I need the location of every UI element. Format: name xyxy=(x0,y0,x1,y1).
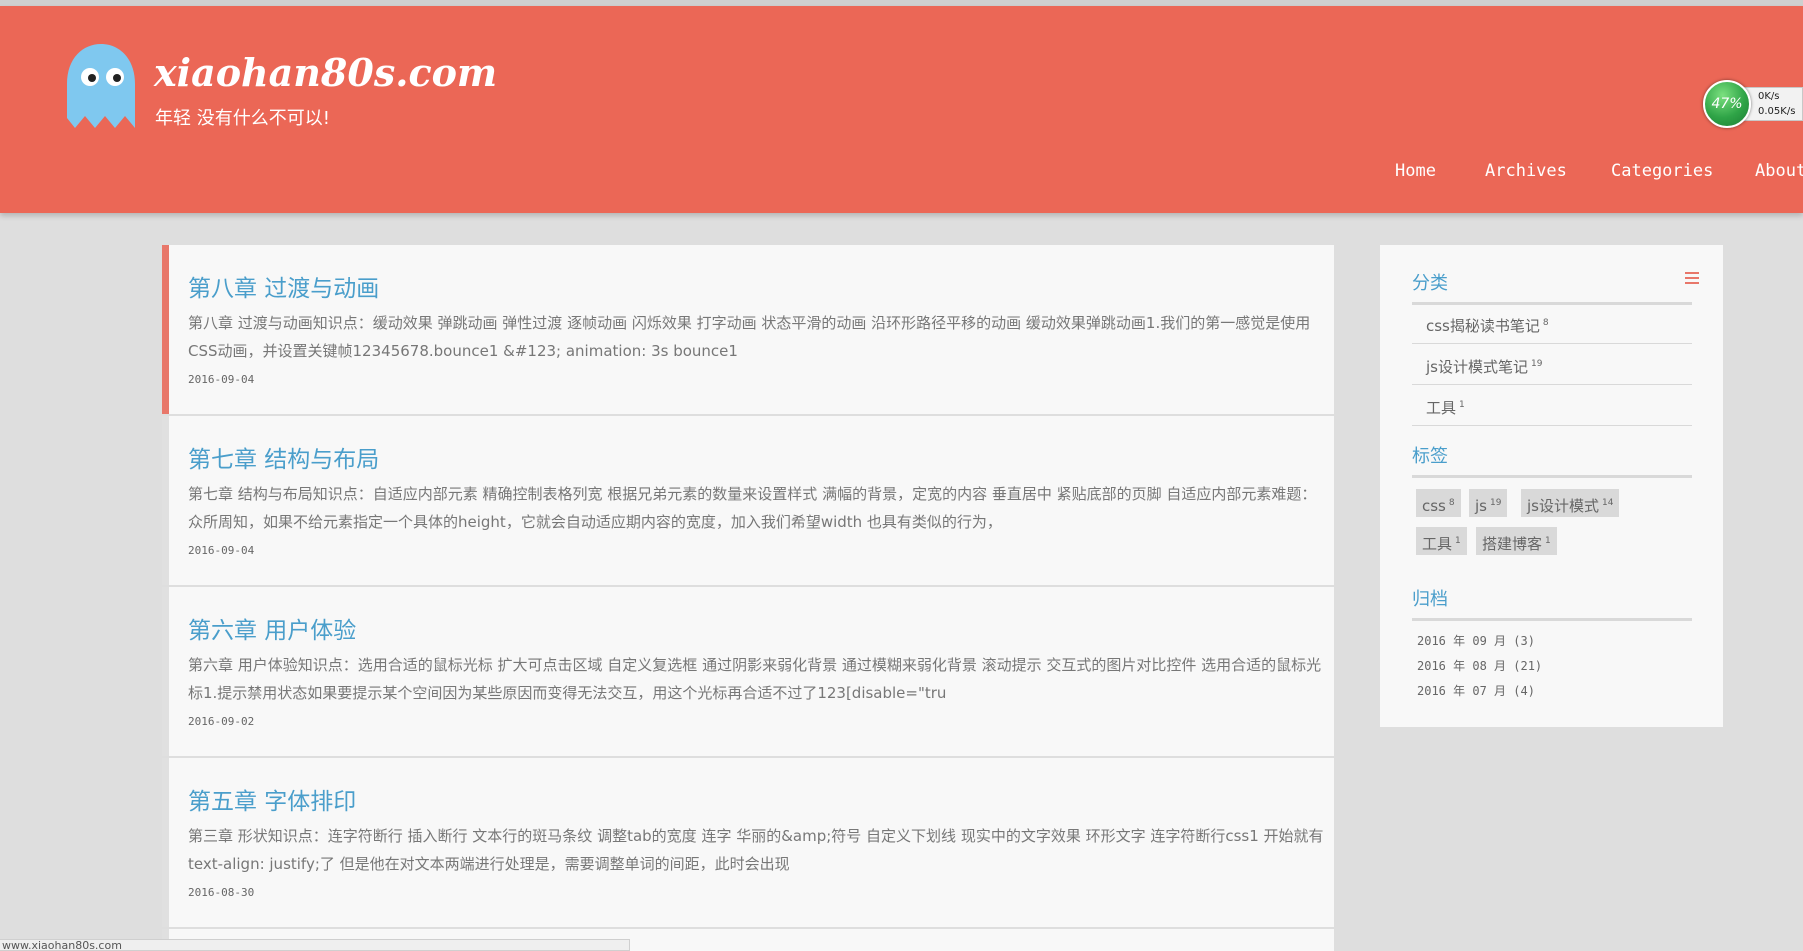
network-speed-widget[interactable]: ↑ 0K/s ↓ 0.05K/s 47% xyxy=(1703,80,1803,128)
tag-name: css xyxy=(1422,497,1446,515)
main-nav: Home Archives Categories About xyxy=(0,161,1803,191)
tag-item[interactable]: 搭建博客 1 xyxy=(1476,527,1557,555)
post-excerpt: 第三章 形状知识点：连字符断行 插入断行 文本行的斑马条纹 调整tab的宽度 连… xyxy=(188,827,1324,873)
category-item[interactable]: js设计模式笔记 19 xyxy=(1412,344,1692,385)
category-count: 8 xyxy=(1542,318,1549,328)
site-header: xiaohan80s.com 年轻 没有什么不可以! Home Archives… xyxy=(0,6,1803,213)
tags-heading: 标签 xyxy=(1412,442,1692,478)
post-card[interactable]: 第七章 结构与布局 第七章 结构与布局知识点：自适应内部元素 精确控制表格列宽 … xyxy=(162,416,1334,585)
tag-count: 14 xyxy=(1601,498,1614,508)
sidebar: 分类 css揭秘读书笔记 8 js设计模式笔记 19 工具 1 标签 css 8 js 1… xyxy=(1380,245,1723,727)
tag-item[interactable]: js 19 xyxy=(1469,489,1508,517)
download-speed: 0.05K/s xyxy=(1758,106,1796,117)
post-date: 2016-09-04 xyxy=(188,373,255,386)
nav-archives[interactable]: Archives xyxy=(1485,161,1567,181)
post-excerpt: 第八章 过渡与动画知识点：缓动效果 弹跳动画 弹性过渡 逐帧动画 闪烁效果 打字… xyxy=(188,314,1311,360)
nav-about[interactable]: About xyxy=(1755,161,1803,181)
post-title[interactable]: 第六章 用户体验 xyxy=(188,611,356,645)
archive-link[interactable]: 2016 年 08 月 (21) xyxy=(1417,657,1542,674)
post-excerpt: 第七章 结构与布局知识点：自适应内部元素 精确控制表格列宽 根据兄弟元素的数量来… xyxy=(188,485,1317,531)
ghost-logo-icon[interactable] xyxy=(63,44,139,130)
category-name: css揭秘读书笔记 xyxy=(1426,317,1540,335)
category-item[interactable]: 工具 1 xyxy=(1412,385,1692,426)
category-name: js设计模式笔记 xyxy=(1426,358,1528,376)
post-date: 2016-08-30 xyxy=(188,886,255,899)
tag-name: js设计模式 xyxy=(1527,497,1599,515)
tag-count: 1 xyxy=(1545,536,1551,546)
post-title[interactable]: 第七章 结构与布局 xyxy=(188,440,379,474)
tag-name: 搭建博客 xyxy=(1482,535,1543,553)
category-item[interactable]: css揭秘读书笔记 8 xyxy=(1412,303,1692,344)
category-count: 19 xyxy=(1530,359,1543,369)
tag-item[interactable]: js设计模式 14 xyxy=(1521,489,1620,517)
tag-name: js xyxy=(1475,497,1487,515)
nav-categories[interactable]: Categories xyxy=(1611,161,1713,181)
upload-speed: 0K/s xyxy=(1758,91,1780,102)
tag-count: 1 xyxy=(1455,536,1461,546)
post-date: 2016-09-04 xyxy=(188,544,255,557)
post-title[interactable]: 第八章 过渡与动画 xyxy=(188,269,379,303)
tag-count: 19 xyxy=(1489,498,1502,508)
post-excerpt: 第六章 用户体验知识点：选用合适的鼠标光标 扩大可点击区域 自定义复选框 通过阴… xyxy=(188,656,1322,702)
tag-item[interactable]: 工具 1 xyxy=(1416,527,1467,555)
tag-name: 工具 xyxy=(1422,535,1453,553)
category-name: 工具 xyxy=(1426,399,1457,417)
post-date: 2016-09-02 xyxy=(188,715,255,728)
memory-percent-ball[interactable]: 47% xyxy=(1703,80,1751,128)
categories-heading: 分类 xyxy=(1412,269,1692,305)
browser-status-bar: www.xiaohan80s.com xyxy=(0,939,630,951)
post-card[interactable]: 第六章 用户体验 第六章 用户体验知识点：选用合适的鼠标光标 扩大可点击区域 自… xyxy=(162,587,1334,756)
site-title[interactable]: xiaohan80s.com xyxy=(154,50,497,95)
archive-link[interactable]: 2016 年 07 月 (4) xyxy=(1417,682,1535,699)
archive-link[interactable]: 2016 年 09 月 (3) xyxy=(1417,632,1535,649)
tag-count: 8 xyxy=(1448,498,1455,508)
site-subtitle: 年轻 没有什么不可以! xyxy=(155,108,330,129)
category-count: 1 xyxy=(1459,400,1465,410)
post-title[interactable]: 第五章 字体排印 xyxy=(188,782,356,816)
nav-home[interactable]: Home xyxy=(1395,161,1436,181)
tag-item[interactable]: css 8 xyxy=(1416,489,1461,517)
post-card[interactable]: 第八章 过渡与动画 第八章 过渡与动画知识点：缓动效果 弹跳动画 弹性过渡 逐帧… xyxy=(162,245,1334,414)
post-card[interactable]: 第五章 字体排印 第三章 形状知识点：连字符断行 插入断行 文本行的斑马条纹 调… xyxy=(162,758,1334,927)
archives-heading: 归档 xyxy=(1412,585,1692,621)
menu-icon[interactable] xyxy=(1685,272,1699,284)
